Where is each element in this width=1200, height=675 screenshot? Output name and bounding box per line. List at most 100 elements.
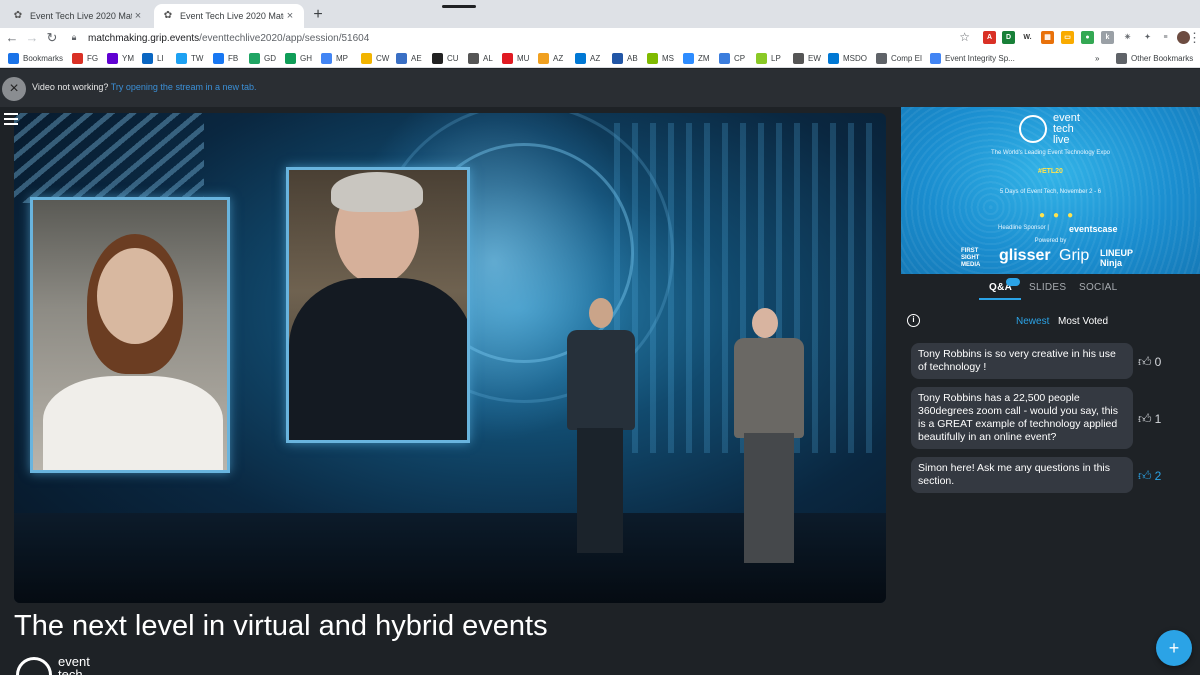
menu-icon[interactable]	[4, 113, 18, 125]
vote-button[interactable]: 👍︎ 0	[1138, 354, 1161, 370]
cw-icon	[361, 52, 372, 64]
extension-icon[interactable]: ▭	[1061, 31, 1074, 44]
bookmark-item[interactable]: Comp EI	[876, 51, 922, 65]
tab-slides[interactable]: SLIDES	[1029, 282, 1066, 293]
logo-ring-icon	[16, 657, 52, 675]
bookmark-label: AE	[411, 53, 422, 63]
bookmark-item[interactable]: MSDO	[828, 51, 867, 65]
add-question-button[interactable]: +	[1156, 630, 1192, 666]
tab-social[interactable]: SOCIAL	[1079, 282, 1117, 293]
extension-icon[interactable]: D	[1002, 31, 1015, 44]
browser-tab-1[interactable]: ✿ Event Tech Live 2020 Matchm ×	[4, 4, 152, 28]
bookmark-item[interactable]: AB	[612, 51, 638, 65]
vote-button[interactable]: 👍︎ 1	[1138, 411, 1161, 427]
puzzle-icon[interactable]: ✦	[1141, 31, 1154, 44]
open-stream-link[interactable]: Try opening the stream in a new tab.	[111, 82, 257, 92]
bookmark-item[interactable]: LI	[142, 51, 164, 65]
hashtag: #ETL20	[1038, 168, 1063, 175]
bookmark-item[interactable]: ZM	[683, 51, 710, 65]
bookmark-item[interactable]: CU	[432, 51, 459, 65]
bookmark-label: Comp EI	[891, 53, 923, 63]
new-tab-button[interactable]: +	[310, 6, 326, 24]
bookmark-label: MU	[517, 53, 530, 63]
bookmark-item[interactable]: GH	[285, 51, 312, 65]
bookmark-label: TW	[191, 53, 204, 63]
extension-icon[interactable]: ✳	[1121, 31, 1134, 44]
bookmark-item[interactable]: MP	[321, 51, 348, 65]
close-banner-button[interactable]: ×	[2, 77, 26, 101]
sponsor-banner: event tech live The World's Leading Even…	[901, 107, 1200, 274]
bookmark-label: GH	[300, 53, 312, 63]
bookmark-item[interactable]: AE	[396, 51, 422, 65]
menu-icon[interactable]: ⋮	[1188, 29, 1200, 47]
logo-line: live	[1053, 134, 1070, 146]
browser-tab-2[interactable]: ✿ Event Tech Live 2020 Matc ×	[154, 4, 304, 28]
question-card: Simon here! Ask me any questions in this…	[911, 457, 1133, 493]
cu-icon	[432, 52, 443, 64]
bookmark-item[interactable]: Event Integrity Sp...	[930, 51, 1015, 65]
address-bar[interactable]: 🔒︎ matchmaking.grip.events/eventtechlive…	[68, 29, 974, 47]
ew-icon	[793, 52, 804, 64]
bookmark-item[interactable]: MS	[647, 51, 674, 65]
google-icon	[321, 52, 332, 64]
bookmark-item[interactable]: MU	[502, 51, 529, 65]
sponsor-hashtag: #ETL20	[901, 168, 1200, 175]
media-icon[interactable]: ≡	[1159, 31, 1172, 44]
bookmark-label: CU	[447, 53, 459, 63]
bookmark-item[interactable]: YM	[107, 51, 134, 65]
bookmark-item[interactable]: TW	[176, 51, 203, 65]
bookmark-item[interactable]: CW	[361, 51, 389, 65]
video-notice-banner: × Video not working? Try opening the str…	[0, 69, 1200, 107]
vote-button[interactable]: 👍︎ 2	[1138, 468, 1161, 484]
al-icon	[468, 52, 479, 64]
bookmark-label: LI	[157, 53, 164, 63]
tab-scroll-indicator	[442, 5, 476, 8]
event-tech-live-logo-icon	[1019, 115, 1047, 143]
ae-icon	[396, 52, 407, 64]
other-bookmarks[interactable]: Other Bookmarks	[1116, 51, 1193, 65]
filter-most-voted[interactable]: Most Voted	[1058, 316, 1108, 327]
bookmark-label: YM	[122, 53, 134, 63]
forward-icon[interactable]: →	[24, 29, 40, 47]
mu-icon	[502, 52, 513, 64]
extension-icon[interactable]: ●	[1081, 31, 1094, 44]
reload-icon[interactable]: ↻	[44, 29, 60, 47]
brand-logo: LINEUP Ninja	[1100, 248, 1133, 268]
question-card: Tony Robbins has a 22,500 people 360degr…	[911, 387, 1133, 449]
paw-icon: ✿	[13, 10, 23, 21]
extension-icon[interactable]: k	[1101, 31, 1114, 44]
video-player[interactable]	[14, 113, 886, 603]
close-tab-icon[interactable]: ×	[284, 10, 296, 22]
extension-icon[interactable]: A	[983, 31, 996, 44]
bookmark-item[interactable]: EW	[793, 51, 821, 65]
bookmark-item[interactable]: AZ	[575, 51, 600, 65]
bookmark-item[interactable]: GD	[249, 51, 276, 65]
bookmarks-overflow-button[interactable]: »	[1095, 51, 1099, 65]
tab-title: Event Tech Live 2020 Matchm	[30, 11, 132, 21]
bookmark-label: LP	[771, 53, 781, 63]
bookmark-item[interactable]: AZ	[538, 51, 563, 65]
bookmark-item[interactable]: FB	[213, 51, 238, 65]
extension-icon[interactable]: W.	[1021, 31, 1034, 44]
bookmark-label: CW	[376, 53, 390, 63]
extension-icon[interactable]: ▦	[1041, 31, 1054, 44]
bookmark-label: CP	[734, 53, 746, 63]
brand-logo: FIRST SIGHT MEDIA	[961, 248, 981, 268]
back-icon[interactable]: ←	[4, 29, 20, 47]
bookmark-item[interactable]: CP	[719, 51, 745, 65]
bookmark-item[interactable]: FG	[72, 51, 98, 65]
notification-badge	[1006, 278, 1020, 286]
bookmark-item[interactable]: Bookmarks	[8, 51, 63, 65]
bookmark-label: Bookmarks	[23, 53, 64, 63]
brand-logo: Grip	[1059, 247, 1090, 264]
bookmark-item[interactable]: AL	[468, 51, 493, 65]
amazon-icon	[538, 52, 549, 64]
filter-newest[interactable]: Newest	[1016, 316, 1049, 327]
info-icon[interactable]: i	[907, 314, 920, 327]
bookmark-star-icon[interactable]: ☆	[959, 30, 970, 44]
sponsor-tagline: The World's Leading Event Technology Exp…	[991, 150, 1110, 156]
gmail-icon	[72, 52, 83, 64]
bookmark-label: EW	[808, 53, 821, 63]
close-tab-icon[interactable]: ×	[132, 10, 144, 22]
bookmark-item[interactable]: LP	[756, 51, 781, 65]
